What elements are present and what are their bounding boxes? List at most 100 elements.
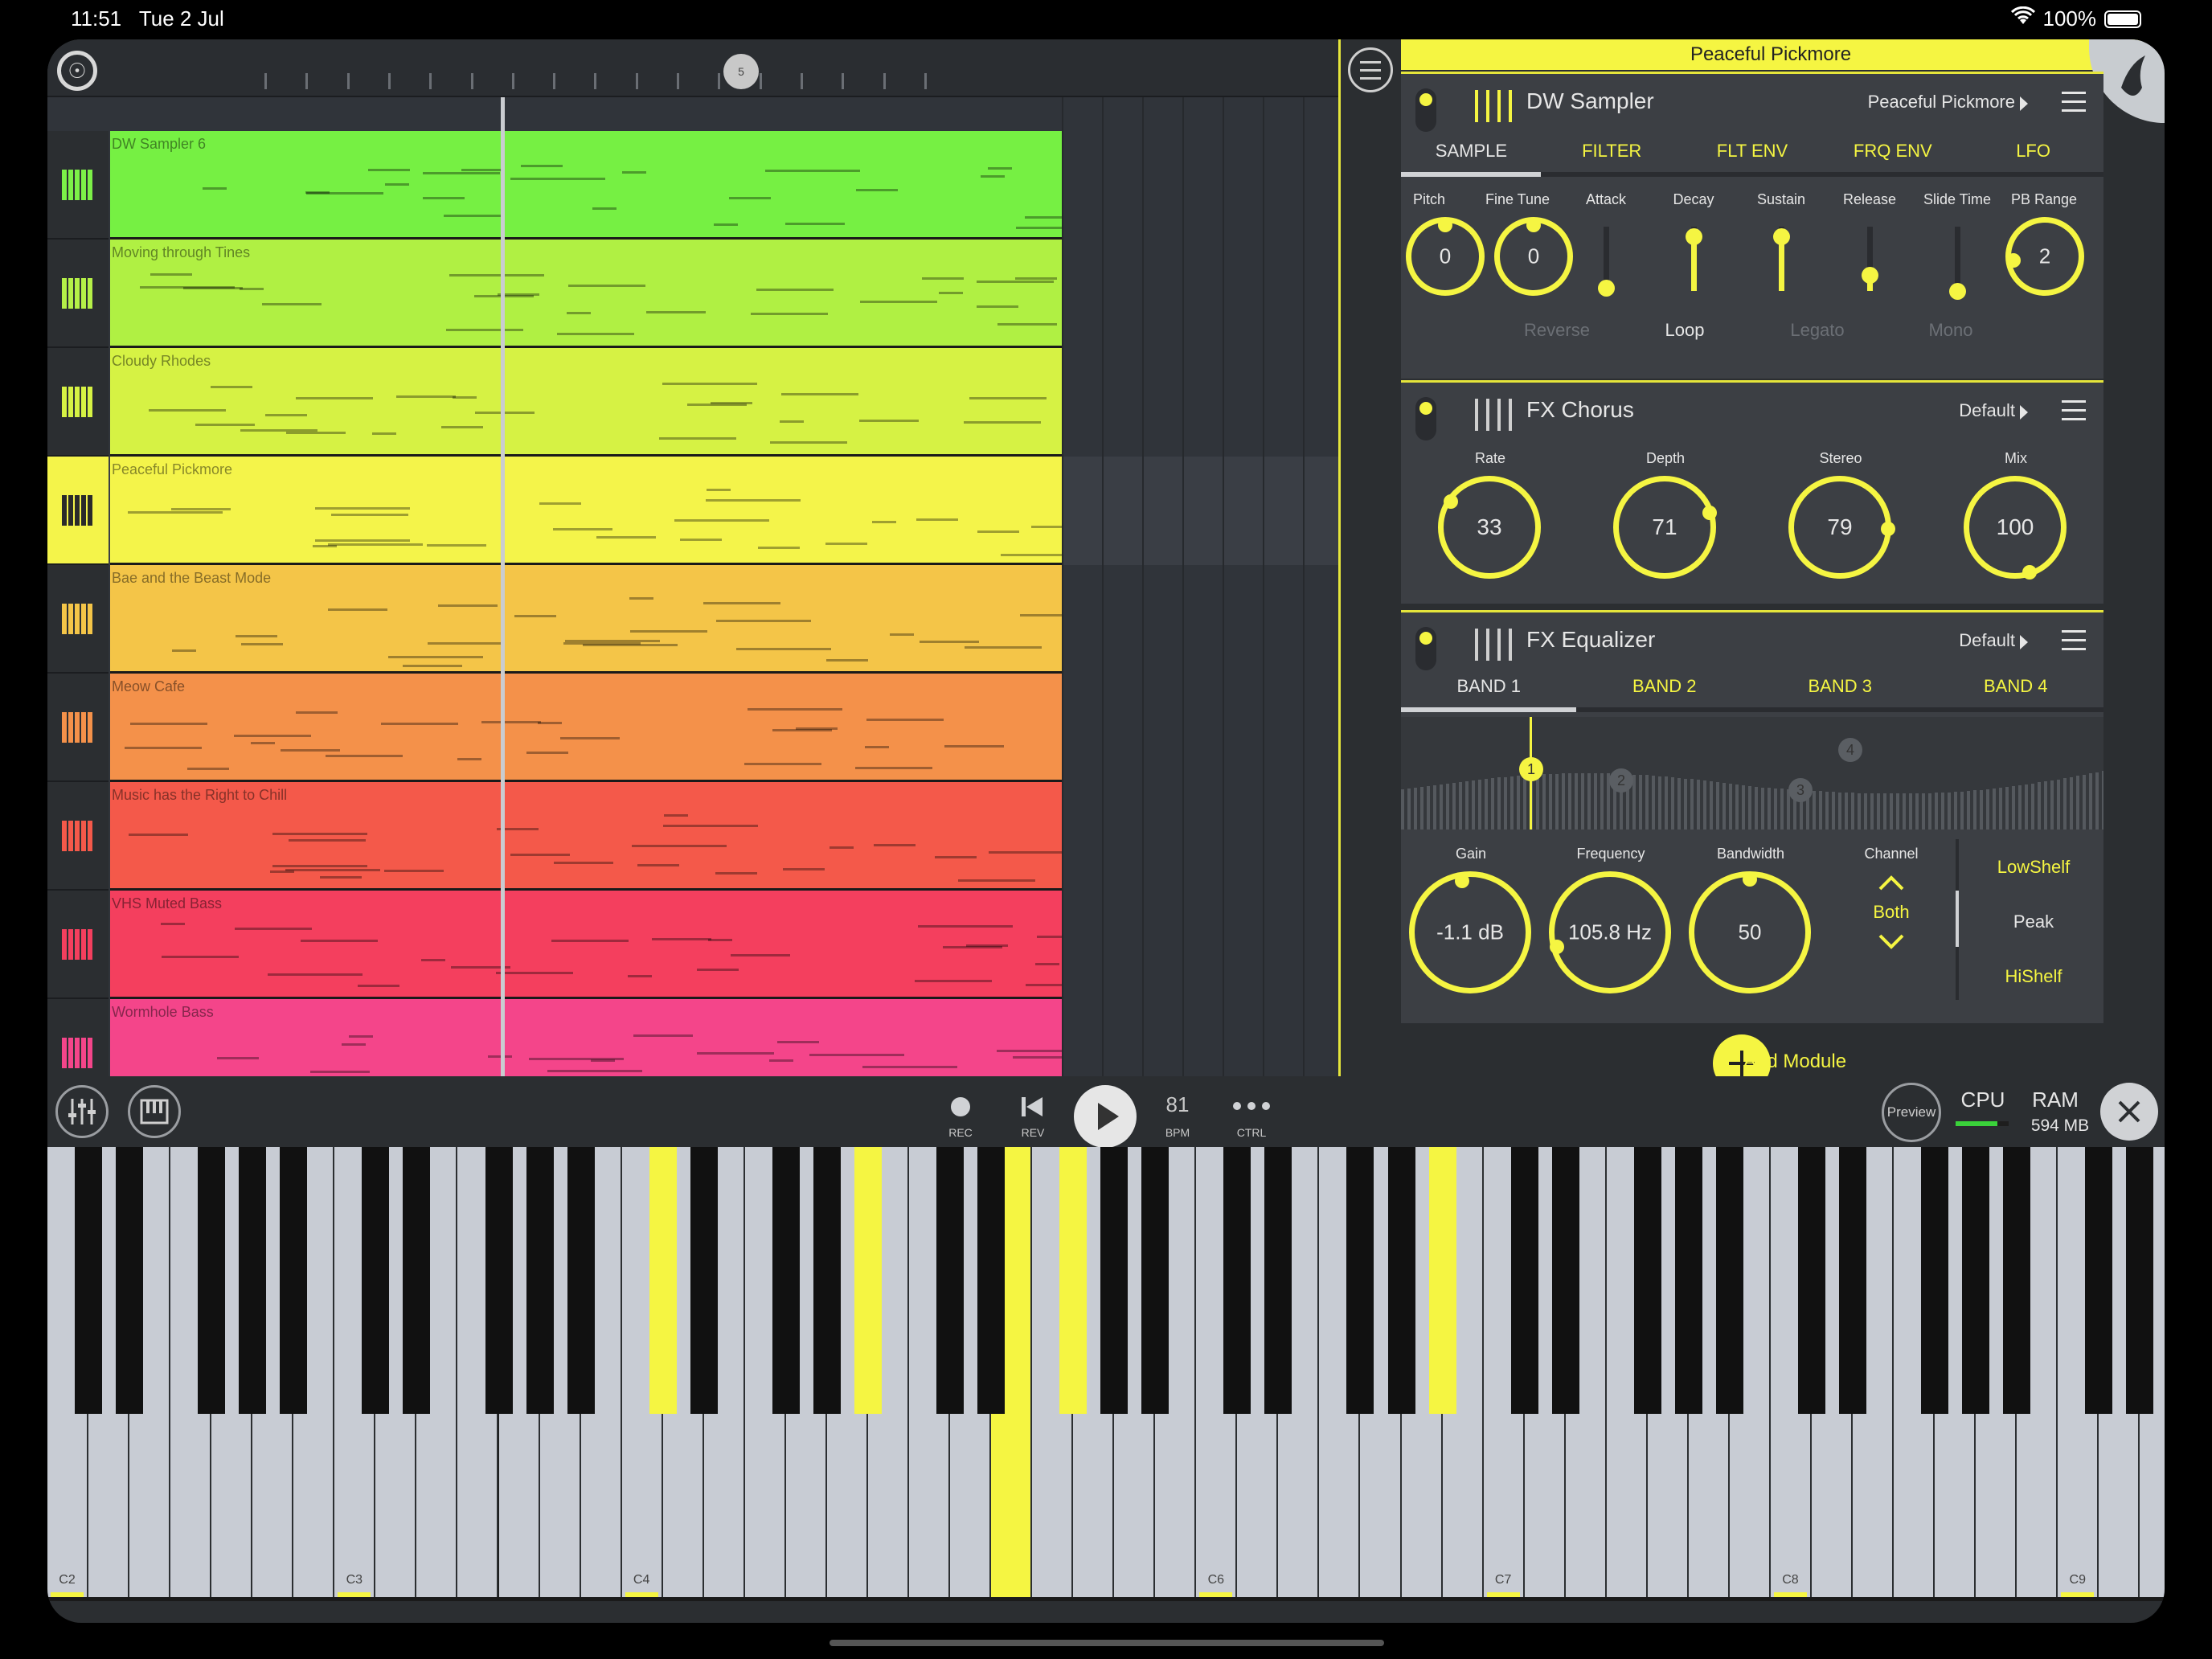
power-toggle[interactable] [1415, 397, 1436, 440]
playlist[interactable]: ☉ 5 DW Sampler 6 Moving through Tines Clou… [47, 39, 1666, 1108]
attack-slider[interactable] [1598, 227, 1615, 297]
loop-toggle[interactable]: Loop [1628, 320, 1741, 341]
bandwidth-knob[interactable]: 50 [1689, 871, 1811, 993]
mixer-icon[interactable] [1475, 629, 1512, 661]
black-key[interactable] [1346, 1147, 1374, 1414]
tab-sample[interactable]: SAMPLE [1401, 135, 1542, 170]
release-slider[interactable] [1862, 227, 1878, 291]
slide-time-slider[interactable] [1949, 227, 1966, 300]
preset-next-icon[interactable] [2020, 405, 2028, 420]
track-header[interactable] [47, 565, 109, 674]
black-key[interactable] [1674, 1147, 1702, 1414]
preview-button[interactable]: Preview [1882, 1083, 1941, 1142]
filter-peak[interactable]: Peak [1964, 911, 2103, 932]
black-key[interactable] [567, 1147, 595, 1414]
eq-band-2-handle[interactable]: 2 [1609, 768, 1633, 793]
close-button[interactable] [2100, 1083, 2158, 1141]
black-key[interactable] [977, 1147, 1006, 1414]
add-module-label[interactable]: Add Module [1743, 1051, 1846, 1073]
black-key[interactable] [649, 1147, 677, 1414]
track-header[interactable] [47, 348, 109, 457]
rewind-icon[interactable] [1018, 1094, 1046, 1120]
black-key[interactable] [362, 1147, 390, 1414]
reverse-toggle[interactable]: Reverse [1501, 320, 1613, 341]
piano-channel-icon[interactable] [62, 387, 94, 417]
black-key[interactable] [2085, 1147, 2113, 1414]
depth-knob[interactable]: 71 [1613, 476, 1717, 579]
tab-band-1[interactable]: BAND 1 [1401, 670, 1577, 706]
eq-band-4-handle[interactable]: 4 [1838, 738, 1862, 762]
tab-lfo[interactable]: LFO [1963, 135, 2103, 170]
black-key[interactable] [1223, 1147, 1251, 1414]
preset-name[interactable]: Peaceful Pickmore [1868, 92, 2015, 113]
playhead[interactable] [501, 97, 505, 1076]
black-key[interactable] [1921, 1147, 1949, 1414]
black-key[interactable] [936, 1147, 965, 1414]
power-toggle[interactable] [1415, 88, 1436, 132]
timeline-ruler[interactable]: ☉ 5 [47, 39, 1339, 97]
track-header[interactable] [47, 782, 109, 891]
track-header[interactable] [47, 131, 109, 240]
piano-channel-icon[interactable] [62, 1038, 94, 1068]
track-header[interactable] [47, 674, 109, 782]
preset-name[interactable]: Default [1959, 630, 2015, 651]
black-key[interactable] [403, 1147, 431, 1414]
pb-range-knob[interactable]: 2 [2005, 217, 2084, 296]
piano-channel-icon[interactable] [62, 170, 94, 200]
eq-band-1-handle[interactable]: 1 [1519, 757, 1543, 781]
black-key[interactable] [1551, 1147, 1579, 1414]
pattern-clip[interactable]: DW Sampler 6 [110, 131, 1062, 240]
piano-channel-icon[interactable] [62, 278, 94, 309]
frequency-knob[interactable]: 105.8 Hz [1549, 871, 1671, 993]
piano-channel-icon[interactable] [62, 821, 94, 851]
preset-name[interactable]: Default [1959, 400, 2015, 421]
piano-channel-icon[interactable] [62, 495, 94, 526]
mixer-icon[interactable] [1475, 90, 1512, 122]
black-key[interactable] [2126, 1147, 2154, 1414]
piano-roll-button[interactable] [128, 1085, 181, 1138]
black-key[interactable] [1387, 1147, 1415, 1414]
rate-knob[interactable]: 33 [1438, 476, 1541, 579]
module-menu-icon[interactable] [2062, 400, 2086, 421]
black-key[interactable] [1715, 1147, 1743, 1414]
black-key[interactable] [690, 1147, 718, 1414]
black-key[interactable] [239, 1147, 267, 1414]
channel-value[interactable]: Both [1847, 902, 1936, 923]
module-menu-icon[interactable] [2062, 92, 2086, 113]
tab-band-3[interactable]: BAND 3 [1752, 670, 1928, 706]
black-key[interactable] [1962, 1147, 1990, 1414]
pattern-clip[interactable]: Bae and the Beast Mode [110, 565, 1062, 674]
black-key[interactable] [1839, 1147, 1867, 1414]
piano-channel-icon[interactable] [62, 712, 94, 743]
black-key[interactable] [1633, 1147, 1661, 1414]
play-button[interactable] [1074, 1085, 1137, 1148]
mixer-icon[interactable] [1475, 399, 1512, 431]
track-header[interactable] [47, 240, 109, 348]
main-menu-button[interactable] [1348, 47, 1393, 92]
preset-next-icon[interactable] [2020, 635, 2028, 649]
filter-hishelf[interactable]: HiShelf [1964, 966, 2103, 987]
black-key[interactable] [1798, 1147, 1825, 1414]
pattern-clip[interactable]: Peaceful Pickmore [110, 457, 1062, 565]
mono-toggle[interactable]: Mono [1895, 320, 2007, 341]
mix-knob[interactable]: 100 [1964, 476, 2067, 580]
black-key[interactable] [1264, 1147, 1292, 1414]
black-key[interactable] [772, 1147, 800, 1414]
pattern-clip[interactable]: Meow Cafe [110, 674, 1062, 782]
black-key[interactable] [1428, 1147, 1456, 1414]
black-key[interactable] [485, 1147, 513, 1414]
pitch-knob[interactable]: 0 [1406, 217, 1485, 296]
stereo-knob[interactable]: 79 [1788, 476, 1895, 579]
piano-channel-icon[interactable] [62, 929, 94, 960]
home-indicator[interactable] [830, 1640, 1384, 1646]
black-key[interactable] [198, 1147, 226, 1414]
black-key[interactable] [1141, 1147, 1169, 1414]
module-menu-icon[interactable] [2062, 630, 2086, 651]
black-key[interactable] [280, 1147, 308, 1414]
filter-lowshelf[interactable]: LowShelf [1964, 857, 2103, 878]
black-key[interactable] [1510, 1147, 1538, 1414]
channel-up-icon[interactable] [1875, 871, 1907, 894]
black-key[interactable] [526, 1147, 554, 1414]
tab-filter[interactable]: FILTER [1542, 135, 1682, 170]
bpm-value[interactable]: 81 [1145, 1092, 1210, 1117]
